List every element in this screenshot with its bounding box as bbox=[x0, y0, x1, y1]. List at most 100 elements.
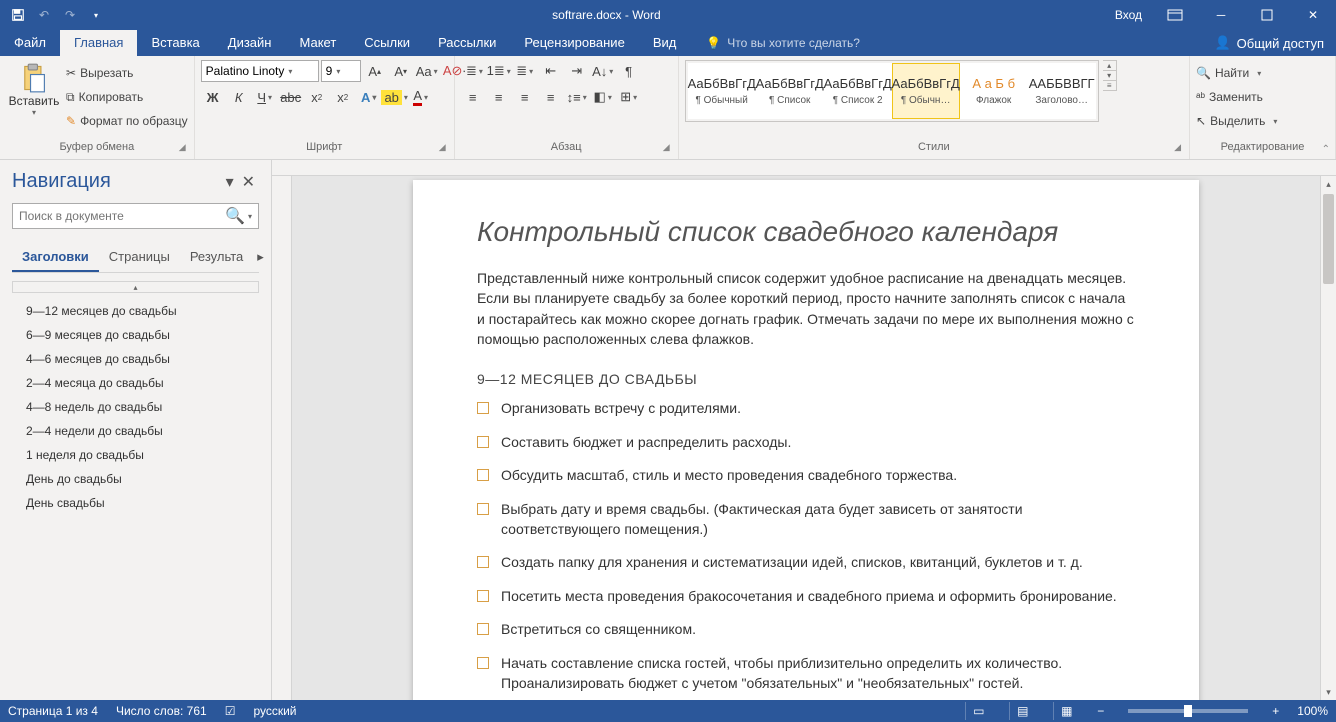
font-dialog-launcher-icon[interactable]: ◢ bbox=[439, 142, 446, 153]
styles-more-icon[interactable]: ≡ bbox=[1103, 81, 1116, 90]
subscript-icon[interactable]: x2 bbox=[305, 86, 329, 108]
nav-tabs-overflow-icon[interactable]: ▸ bbox=[253, 243, 268, 272]
collapse-ribbon-icon[interactable]: ⌃ bbox=[1322, 144, 1330, 155]
nav-tab-pages[interactable]: Страницы bbox=[99, 243, 180, 272]
styles-down-icon[interactable]: ▾ bbox=[1103, 71, 1116, 81]
checkbox-icon[interactable] bbox=[477, 623, 489, 635]
checkbox-icon[interactable] bbox=[477, 436, 489, 448]
superscript-icon[interactable]: x2 bbox=[331, 86, 355, 108]
nav-item[interactable]: 2—4 недели до свадьбы bbox=[12, 419, 259, 443]
font-color-icon[interactable]: A bbox=[409, 86, 433, 108]
align-right-icon[interactable]: ≡ bbox=[513, 86, 537, 108]
sort-icon[interactable]: A↓ bbox=[591, 60, 615, 82]
zoom-out-icon[interactable]: − bbox=[1097, 704, 1104, 718]
zoom-slider[interactable] bbox=[1128, 709, 1248, 713]
replace-button[interactable]: ᵃᵇЗаменить bbox=[1196, 86, 1263, 108]
status-words[interactable]: Число слов: 761 bbox=[116, 704, 207, 718]
nav-collapse-icon[interactable]: ▴ bbox=[12, 281, 259, 293]
shrink-font-icon[interactable]: A▾ bbox=[389, 60, 413, 82]
nav-item[interactable]: День свадьбы bbox=[12, 491, 259, 515]
nav-close-icon[interactable]: ✕ bbox=[238, 172, 259, 192]
signin-link[interactable]: Вход bbox=[1105, 0, 1152, 30]
ruler-vertical[interactable] bbox=[272, 176, 292, 700]
tab-refs[interactable]: Ссылки bbox=[350, 30, 424, 56]
checkbox-icon[interactable] bbox=[477, 556, 489, 568]
nav-item[interactable]: 1 неделя до свадьбы bbox=[12, 443, 259, 467]
style-item[interactable]: АаБбВвГгД¶ Список bbox=[756, 63, 824, 119]
borders-icon[interactable]: ⊞ bbox=[617, 86, 641, 108]
tellme-search[interactable]: 💡Что вы хотите сделать? bbox=[690, 30, 860, 56]
shading-icon[interactable]: ◧ bbox=[591, 86, 615, 108]
tab-insert[interactable]: Вставка bbox=[137, 30, 213, 56]
cut-button[interactable]: ✂Вырезать bbox=[66, 62, 188, 84]
paste-button[interactable]: Вставить ▾ bbox=[6, 60, 62, 138]
copy-button[interactable]: ⧉Копировать bbox=[66, 86, 188, 108]
proofing-icon[interactable]: ☑ bbox=[225, 704, 236, 718]
numbering-icon[interactable]: 1≣ bbox=[487, 60, 511, 82]
tab-home[interactable]: Главная bbox=[60, 30, 137, 56]
change-case-icon[interactable]: Aa bbox=[415, 60, 439, 82]
tab-review[interactable]: Рецензирование bbox=[510, 30, 638, 56]
tab-file[interactable]: Файл bbox=[0, 30, 60, 56]
font-size-combo[interactable]: 9▾ bbox=[321, 60, 361, 82]
justify-icon[interactable]: ≡ bbox=[539, 86, 563, 108]
nav-item[interactable]: 6—9 месяцев до свадьбы bbox=[12, 323, 259, 347]
underline-icon[interactable]: Ч bbox=[253, 86, 277, 108]
checkbox-icon[interactable] bbox=[477, 503, 489, 515]
strike-icon[interactable]: abc bbox=[279, 86, 303, 108]
redo-icon[interactable]: ↷ bbox=[58, 3, 82, 27]
checkbox-icon[interactable] bbox=[477, 402, 489, 414]
web-layout-icon[interactable]: ▦ bbox=[1053, 702, 1079, 720]
nav-search[interactable]: 🔍▾ bbox=[12, 203, 259, 229]
close-icon[interactable]: ✕ bbox=[1290, 0, 1336, 30]
styles-up-icon[interactable]: ▴ bbox=[1103, 61, 1116, 71]
style-item[interactable]: АаБбВвГгД¶ Обычн… bbox=[892, 63, 960, 119]
share-button[interactable]: 👤Общий доступ bbox=[1202, 30, 1336, 56]
grow-font-icon[interactable]: A▴ bbox=[363, 60, 387, 82]
nav-menu-icon[interactable]: ▾ bbox=[222, 172, 238, 192]
nav-tab-results[interactable]: Результа bbox=[180, 243, 253, 272]
maximize-icon[interactable] bbox=[1244, 0, 1290, 30]
select-button[interactable]: ↖Выделить▾ bbox=[1196, 110, 1277, 132]
styles-dialog-launcher-icon[interactable]: ◢ bbox=[1174, 142, 1181, 153]
nav-search-input[interactable] bbox=[19, 209, 225, 223]
align-left-icon[interactable]: ≡ bbox=[461, 86, 485, 108]
style-item[interactable]: ААББВВГГЗаголово… bbox=[1028, 63, 1096, 119]
italic-icon[interactable]: К bbox=[227, 86, 251, 108]
highlight-icon[interactable]: ab bbox=[383, 86, 407, 108]
scroll-down-icon[interactable]: ▾ bbox=[1321, 684, 1336, 700]
scroll-up-icon[interactable]: ▴ bbox=[1321, 176, 1336, 192]
style-item[interactable]: АаБбВвГгД¶ Список 2 bbox=[824, 63, 892, 119]
nav-item[interactable]: 2—4 месяца до свадьбы bbox=[12, 371, 259, 395]
nav-item[interactable]: 4—8 недель до свадьбы bbox=[12, 395, 259, 419]
para-dialog-launcher-icon[interactable]: ◢ bbox=[663, 142, 670, 153]
checkbox-icon[interactable] bbox=[477, 590, 489, 602]
ruler-horizontal[interactable] bbox=[272, 160, 1336, 176]
status-page[interactable]: Страница 1 из 4 bbox=[8, 704, 98, 718]
nav-tab-headings[interactable]: Заголовки bbox=[12, 243, 99, 272]
read-mode-icon[interactable]: ▭ bbox=[965, 702, 991, 720]
scroll-thumb[interactable] bbox=[1323, 194, 1334, 284]
find-button[interactable]: 🔍Найти▾ bbox=[1196, 62, 1261, 84]
bullets-icon[interactable]: ∙≣ bbox=[461, 60, 485, 82]
zoom-level[interactable]: 100% bbox=[1297, 704, 1328, 718]
font-name-combo[interactable]: Palatino Linoty▾ bbox=[201, 60, 319, 82]
qat-customize-icon[interactable]: ▾ bbox=[84, 3, 108, 27]
minimize-icon[interactable]: ─ bbox=[1198, 0, 1244, 30]
align-center-icon[interactable]: ≡ bbox=[487, 86, 511, 108]
nav-item[interactable]: 9—12 месяцев до свадьбы bbox=[12, 299, 259, 323]
status-language[interactable]: русский bbox=[253, 704, 296, 718]
multilevel-icon[interactable]: ≣ bbox=[513, 60, 537, 82]
clipboard-dialog-launcher-icon[interactable]: ◢ bbox=[179, 142, 186, 153]
format-painter-button[interactable]: ✎Формат по образцу bbox=[66, 110, 188, 132]
styles-gallery[interactable]: АаБбВвГгД¶ ОбычныйАаБбВвГгД¶ СписокАаБбВ… bbox=[685, 60, 1099, 122]
document-page[interactable]: Контрольный список свадебного календаря … bbox=[413, 180, 1199, 700]
tab-design[interactable]: Дизайн bbox=[214, 30, 286, 56]
tab-view[interactable]: Вид bbox=[639, 30, 691, 56]
undo-icon[interactable]: ↶ bbox=[32, 3, 56, 27]
pilcrow-icon[interactable]: ¶ bbox=[617, 60, 641, 82]
style-item[interactable]: АаБбВвГгД¶ Обычный bbox=[688, 63, 756, 119]
nav-item[interactable]: День до свадьбы bbox=[12, 467, 259, 491]
nav-item[interactable]: 4—6 месяцев до свадьбы bbox=[12, 347, 259, 371]
zoom-in-icon[interactable]: + bbox=[1272, 704, 1279, 718]
